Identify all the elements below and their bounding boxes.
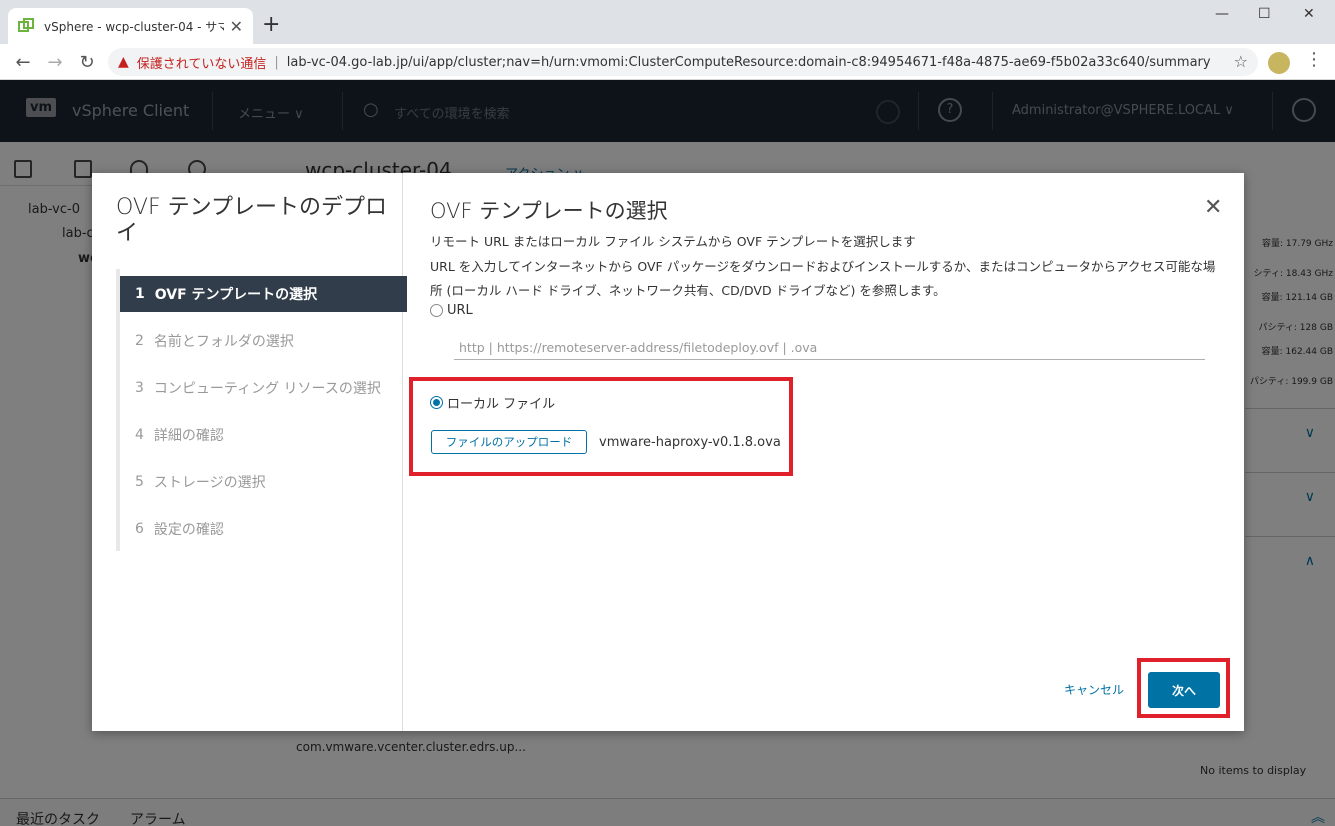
bookmark-star-icon[interactable]: ☆ [1234, 52, 1248, 71]
vsphere-favicon-icon [18, 18, 34, 32]
wizard-title: OVF テンプレートのデプロイ [116, 195, 387, 246]
window-close-icon[interactable]: ✕ [1303, 6, 1315, 22]
omnibox[interactable]: ▲ 保護されていない通信 | lab-vc-04.go-lab.jp/ui/ap… [108, 48, 1258, 76]
reload-icon[interactable]: ↻ [76, 51, 98, 73]
maximize-icon[interactable]: ☐ [1258, 6, 1271, 22]
wizard-step-select-template[interactable]: 1 OVF テンプレートの選択 [120, 276, 407, 312]
description-line-2: URL を入力してインターネットから OVF パッケージをダウンロードおよびイン… [430, 259, 1216, 298]
profile-avatar[interactable] [1268, 52, 1290, 74]
next-button[interactable]: 次へ [1148, 672, 1220, 708]
browser-tabstrip: vSphere - wcp-cluster-04 - サマリ ✕ + — ☐ ✕ [0, 0, 1335, 44]
back-icon[interactable]: ← [12, 51, 34, 73]
close-icon[interactable]: ✕ [1204, 197, 1222, 219]
wizard-step-name-folder: 2 名前とフォルダの選択 [135, 333, 294, 350]
wizard-step-compute-resource: 3 コンピューティング リソースの選択 [135, 380, 381, 397]
cancel-button[interactable]: キャンセル [1064, 681, 1124, 698]
browser-tab[interactable]: vSphere - wcp-cluster-04 - サマリ ✕ [8, 8, 253, 44]
new-tab-icon[interactable]: + [262, 12, 280, 37]
selected-file-name: vmware-haproxy-v0.1.8.ova [599, 435, 781, 450]
security-warning[interactable]: 保護されていない通信 [137, 53, 267, 72]
forward-icon[interactable]: → [44, 51, 66, 73]
url-radio-label: URL [447, 303, 473, 318]
highlight-box [409, 377, 793, 476]
tab-title: vSphere - wcp-cluster-04 - サマリ [44, 19, 224, 34]
wizard-step-select-storage: 5 ストレージの選択 [135, 474, 266, 491]
local-file-radio[interactable] [430, 396, 443, 409]
browser-menu-icon[interactable]: ⋮ [1305, 49, 1323, 70]
local-file-radio-option[interactable]: ローカル ファイル [430, 393, 555, 412]
wizard-step-review-details: 4 詳細の確認 [135, 427, 224, 444]
tab-close-icon[interactable]: ✕ [230, 17, 243, 36]
address-bar: ← → ↻ ▲ 保護されていない通信 | lab-vc-04.go-lab.jp… [0, 44, 1335, 80]
url-text[interactable]: lab-vc-04.go-lab.jp/ui/app/cluster;nav=h… [287, 55, 1211, 70]
url-input[interactable] [454, 336, 1205, 360]
description-line-1: リモート URL またはローカル ファイル システムから OVF テンプレートを… [430, 234, 916, 249]
upload-file-button[interactable]: ファイルのアップロード [431, 430, 587, 454]
url-radio[interactable] [430, 304, 443, 317]
ovf-deploy-dialog: OVF テンプレートのデプロイ 1 OVF テンプレートの選択 2 名前とフォル… [92, 173, 1244, 731]
wizard-step-ready-complete: 6 設定の確認 [135, 521, 224, 538]
page-title: OVF テンプレートの選択 [430, 199, 668, 223]
minimize-icon[interactable]: — [1215, 6, 1229, 22]
wizard-content: OVF テンプレートの選択 ✕ リモート URL またはローカル ファイル シス… [404, 173, 1244, 731]
warning-icon: ▲ [118, 54, 129, 70]
local-file-radio-label: ローカル ファイル [447, 397, 556, 412]
wizard-sidebar: OVF テンプレートのデプロイ 1 OVF テンプレートの選択 2 名前とフォル… [92, 173, 407, 731]
url-radio-option[interactable]: URL [430, 303, 473, 318]
omnibox-separator: | [274, 54, 279, 70]
wizard-steps: 1 OVF テンプレートの選択 2 名前とフォルダの選択 3 コンピューティング… [116, 269, 407, 551]
